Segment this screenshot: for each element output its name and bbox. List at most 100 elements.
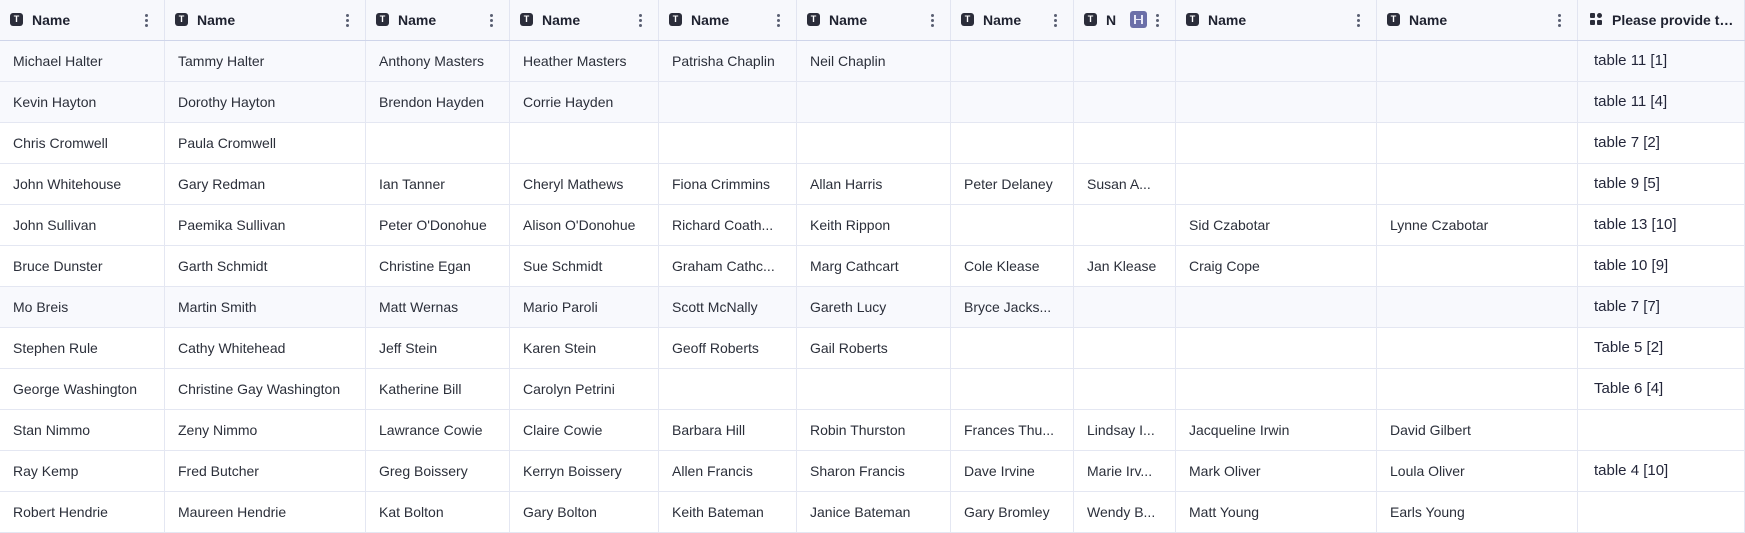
table-cell[interactable]: Mo Breis (0, 287, 165, 327)
table-cell[interactable] (1074, 82, 1176, 122)
column-header-6[interactable]: T Name (797, 0, 951, 40)
table-cell[interactable]: Kerryn Boissery (510, 451, 659, 491)
table-cell[interactable]: Geoff Roberts (659, 328, 797, 368)
table-cell[interactable]: Matt Young (1176, 492, 1377, 532)
table-cell[interactable] (1176, 369, 1377, 409)
table-cell[interactable]: Keith Rippon (797, 205, 951, 245)
table-cell[interactable]: Table 6 [4] (1578, 369, 1745, 409)
table-cell[interactable] (1578, 410, 1745, 450)
table-cell[interactable]: Heather Masters (510, 41, 659, 81)
table-cell[interactable]: Lawrance Cowie (366, 410, 510, 450)
table-cell[interactable]: Kevin Hayton (0, 82, 165, 122)
column-menu-icon[interactable] (1556, 12, 1564, 28)
table-cell[interactable]: Barbara Hill (659, 410, 797, 450)
table-cell[interactable]: Marie Irv... (1074, 451, 1176, 491)
table-cell[interactable] (1176, 41, 1377, 81)
table-cell[interactable]: John Sullivan (0, 205, 165, 245)
table-cell[interactable]: Robert Hendrie (0, 492, 165, 532)
table-cell[interactable] (1074, 41, 1176, 81)
table-cell[interactable] (951, 328, 1074, 368)
table-cell[interactable]: Gary Redman (165, 164, 366, 204)
column-menu-icon[interactable] (1052, 12, 1060, 28)
column-header-1[interactable]: T Name (0, 0, 165, 40)
table-cell[interactable]: Gail Roberts (797, 328, 951, 368)
column-menu-icon[interactable] (344, 12, 352, 28)
table-cell[interactable]: Mark Oliver (1176, 451, 1377, 491)
table-cell[interactable] (797, 369, 951, 409)
table-cell[interactable]: table 11 [1] (1578, 41, 1745, 81)
table-row[interactable]: Ray Kemp Fred Butcher Greg Boissery Kerryn … (0, 451, 1745, 492)
table-cell[interactable]: Allen Francis (659, 451, 797, 491)
table-cell[interactable]: table 10 [9] (1578, 246, 1745, 286)
column-menu-icon[interactable] (1355, 12, 1363, 28)
table-cell[interactable] (1578, 492, 1745, 532)
table-cell[interactable] (659, 369, 797, 409)
table-cell[interactable]: table 9 [5] (1578, 164, 1745, 204)
table-cell[interactable]: Tammy Halter (165, 41, 366, 81)
table-cell[interactable]: George Washington (0, 369, 165, 409)
table-cell[interactable]: table 7 [2] (1578, 123, 1745, 163)
table-cell[interactable]: Gareth Lucy (797, 287, 951, 327)
table-cell[interactable] (1074, 328, 1176, 368)
table-row[interactable]: Chris Cromwell Paula Cromwell table 7 [2] (0, 123, 1745, 164)
table-cell[interactable]: Cole Klease (951, 246, 1074, 286)
table-cell[interactable]: Bryce Jacks... (951, 287, 1074, 327)
table-cell[interactable] (951, 205, 1074, 245)
table-cell[interactable] (1074, 287, 1176, 327)
table-cell[interactable]: table 4 [10] (1578, 451, 1745, 491)
table-cell[interactable]: Sue Schmidt (510, 246, 659, 286)
table-cell[interactable]: Fred Butcher (165, 451, 366, 491)
table-cell[interactable]: John Whitehouse (0, 164, 165, 204)
table-cell[interactable]: Greg Boissery (366, 451, 510, 491)
column-header-2[interactable]: T Name (165, 0, 366, 40)
column-resize-icon[interactable] (1130, 11, 1147, 28)
table-cell[interactable]: Loula Oliver (1377, 451, 1578, 491)
table-cell[interactable]: Anthony Masters (366, 41, 510, 81)
table-cell[interactable] (797, 82, 951, 122)
table-cell[interactable] (659, 123, 797, 163)
table-cell[interactable]: Carolyn Petrini (510, 369, 659, 409)
table-cell[interactable]: Gary Bromley (951, 492, 1074, 532)
table-cell[interactable] (1377, 369, 1578, 409)
column-menu-icon[interactable] (929, 12, 937, 28)
table-cell[interactable]: Kat Bolton (366, 492, 510, 532)
table-cell[interactable]: Patrisha Chaplin (659, 41, 797, 81)
table-cell[interactable] (951, 82, 1074, 122)
table-cell[interactable]: Cathy Whitehead (165, 328, 366, 368)
table-cell[interactable]: Alison O'Donohue (510, 205, 659, 245)
table-cell[interactable] (1074, 123, 1176, 163)
table-cell[interactable]: Maureen Hendrie (165, 492, 366, 532)
table-cell[interactable] (951, 123, 1074, 163)
table-cell[interactable]: Janice Bateman (797, 492, 951, 532)
table-cell[interactable] (1377, 328, 1578, 368)
column-menu-icon[interactable] (488, 12, 496, 28)
column-menu-icon[interactable] (775, 12, 783, 28)
table-cell[interactable]: Wendy B... (1074, 492, 1176, 532)
table-cell[interactable] (1176, 287, 1377, 327)
table-cell[interactable]: Sharon Francis (797, 451, 951, 491)
column-header-7[interactable]: T Name (951, 0, 1074, 40)
table-cell[interactable]: Dave Irvine (951, 451, 1074, 491)
table-cell[interactable]: Paula Cromwell (165, 123, 366, 163)
table-cell[interactable]: Lindsay I... (1074, 410, 1176, 450)
table-cell[interactable] (1074, 369, 1176, 409)
table-cell[interactable] (1176, 328, 1377, 368)
column-header-3[interactable]: T Name (366, 0, 510, 40)
table-cell[interactable]: Peter Delaney (951, 164, 1074, 204)
table-cell[interactable]: Gary Bolton (510, 492, 659, 532)
table-row[interactable]: John Sullivan Paemika Sullivan Peter O'Don… (0, 205, 1745, 246)
table-cell[interactable]: Jeff Stein (366, 328, 510, 368)
table-cell[interactable]: Michael Halter (0, 41, 165, 81)
table-row[interactable]: George Washington Christine Gay Washingto… (0, 369, 1745, 410)
table-cell[interactable] (1377, 123, 1578, 163)
column-header-9[interactable]: T Name (1176, 0, 1377, 40)
table-cell[interactable]: Ray Kemp (0, 451, 165, 491)
table-cell[interactable]: Table 5 [2] (1578, 328, 1745, 368)
table-cell[interactable]: Christine Gay Washington (165, 369, 366, 409)
table-cell[interactable]: Craig Cope (1176, 246, 1377, 286)
table-cell[interactable]: Peter O'Donohue (366, 205, 510, 245)
table-cell[interactable] (1377, 246, 1578, 286)
table-cell[interactable]: Cheryl Mathews (510, 164, 659, 204)
table-cell[interactable]: Paemika Sullivan (165, 205, 366, 245)
table-cell[interactable] (797, 123, 951, 163)
